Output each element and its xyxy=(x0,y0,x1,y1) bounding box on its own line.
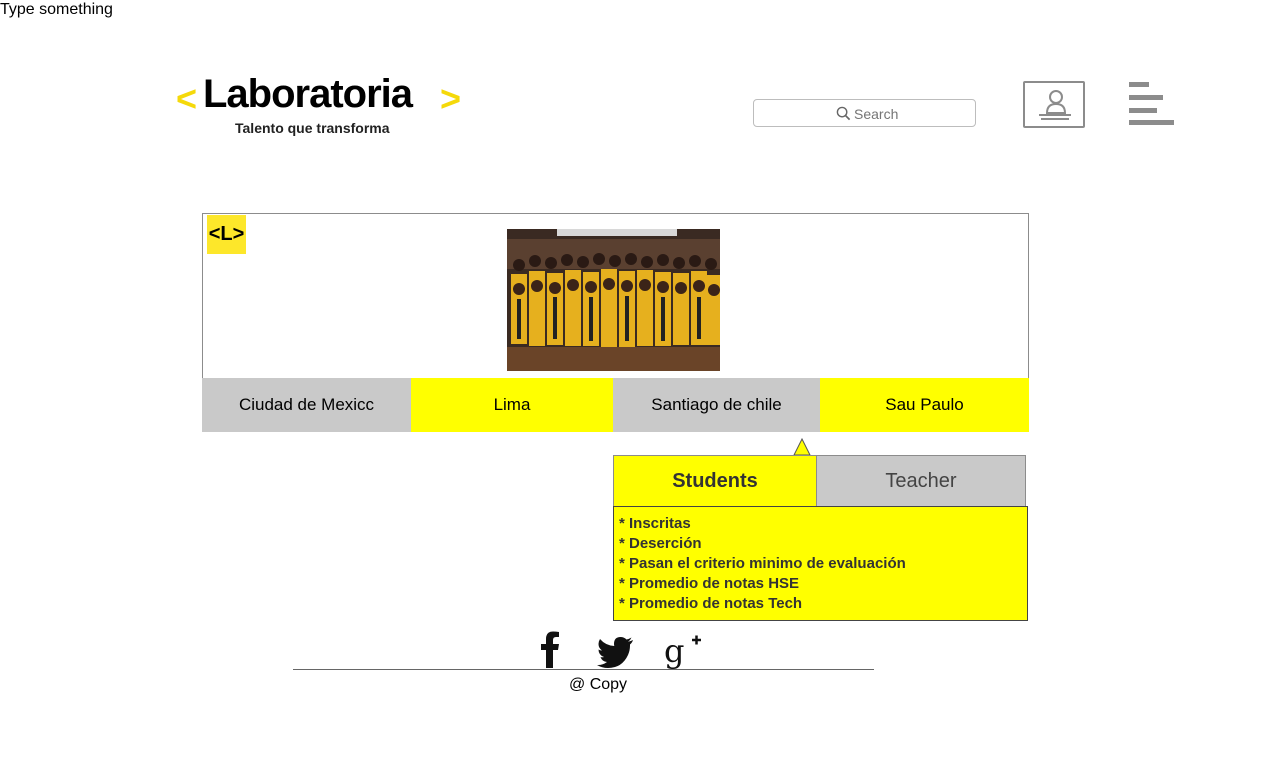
svg-text:g: g xyxy=(664,632,684,670)
tab-label: Lima xyxy=(493,395,531,414)
logo-left-chevron: < xyxy=(176,78,198,119)
twitter-icon[interactable] xyxy=(597,630,635,670)
search-box[interactable] xyxy=(753,99,976,127)
tab-label: Students xyxy=(672,469,758,492)
tab-ciudad-de-mexico[interactable]: Ciudad de Mexicc xyxy=(202,378,411,432)
tab-teacher[interactable]: Teacher xyxy=(816,455,1026,507)
tab-label: Santiago de chile xyxy=(651,395,782,414)
copyright-text: @ Copy xyxy=(569,676,628,693)
tab-students[interactable]: Students xyxy=(613,455,817,507)
hamburger-menu-icon[interactable] xyxy=(1129,82,1175,126)
tab-label: Ciudad de Mexicc xyxy=(238,395,375,414)
facebook-icon[interactable] xyxy=(536,630,562,670)
logo-tagline: Talento que transforma xyxy=(235,120,390,136)
stat-item: * Promedio de notas HSE xyxy=(619,575,800,592)
stat-item: * Pasan el criterio minimo de evaluación xyxy=(619,555,906,572)
students-stats-panel: * Inscritas * Deserción * Pasan el crite… xyxy=(613,506,1028,621)
logo-wordmark: Laboratoria xyxy=(203,72,413,116)
group-photo xyxy=(507,229,720,371)
laboratoria-badge: <L> xyxy=(207,215,246,254)
footer-divider xyxy=(293,669,874,670)
tab-pointer-icon xyxy=(793,438,811,456)
tab-lima[interactable]: Lima xyxy=(411,378,613,432)
user-profile-icon[interactable] xyxy=(1023,81,1085,128)
search-input[interactable] xyxy=(854,104,969,124)
placeholder-note: Type something xyxy=(0,1,113,18)
tab-sau-paulo[interactable]: Sau Paulo xyxy=(820,378,1029,432)
tab-label: Sau Paulo xyxy=(885,395,964,414)
stat-item: * Promedio de notas Tech xyxy=(619,595,803,612)
stat-item: * Deserción xyxy=(619,535,702,552)
tab-label: Teacher xyxy=(885,469,957,492)
tab-santiago-de-chile[interactable]: Santiago de chile xyxy=(613,378,820,432)
google-plus-icon[interactable]: g xyxy=(664,630,702,670)
search-icon xyxy=(836,106,851,121)
stat-item: * Inscritas xyxy=(619,515,691,532)
logo[interactable]: < Laboratoria > Talento que transforma xyxy=(176,72,466,140)
logo-right-chevron: > xyxy=(440,78,462,119)
